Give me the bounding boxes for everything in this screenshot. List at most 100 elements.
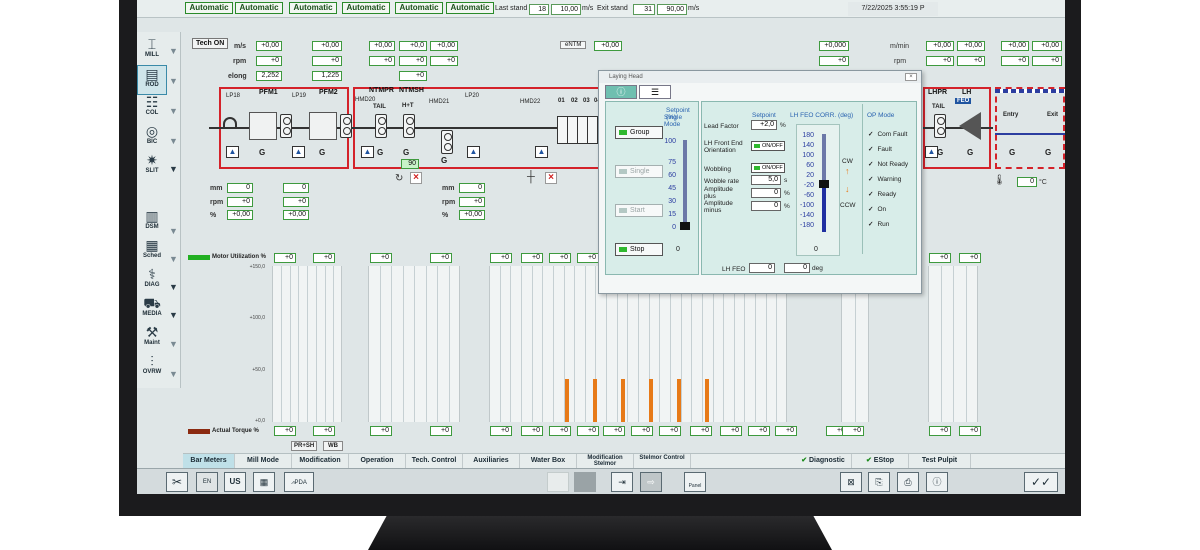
chevron-down-icon[interactable]: ▼ [168,254,179,264]
chevron-down-icon[interactable]: ▼ [168,226,179,236]
chevron-down-icon[interactable]: ▼ [168,339,179,349]
mode-automatic-button-6[interactable]: Automatic [446,2,494,14]
check-icon: ✓ [868,206,874,213]
rb-mmin-3: +0,00 [1001,41,1029,51]
raise-button[interactable]: ▲ [535,146,548,158]
pda-button[interactable]: ⩘PDA [284,472,314,492]
tab-list[interactable]: ☰ [639,85,671,99]
chevron-down-icon[interactable]: ▼ [168,76,179,86]
tab-modification[interactable]: Modification [292,454,349,469]
close-icon[interactable]: × [410,172,422,184]
stop-button[interactable]: Stop [615,243,663,256]
nav-rod[interactable]: ▤ ROD [137,65,167,95]
mode-automatic-button-5[interactable]: Automatic [395,2,443,14]
nav-bic[interactable]: ◎ BIC [137,123,167,153]
entm-button[interactable]: eNTM [560,41,587,49]
tools-icon[interactable]: ✂ [166,472,188,492]
conveyor-line [995,133,1065,135]
lead-factor-input[interactable]: +2,0 [751,120,777,130]
setpoint-slider-track[interactable] [683,140,687,230]
scale-50: +50,0 [252,367,265,373]
wb-tag[interactable]: WB [323,441,343,451]
mode-automatic-button-4[interactable]: Automatic [342,2,390,14]
tab-modification-stelmor[interactable]: Modification Stelmor [577,454,634,469]
raise-button[interactable]: ▲ [467,146,480,158]
table-icon[interactable]: ▦ [253,472,275,492]
tab-tech-control[interactable]: Tech. Control [406,454,463,469]
crosshair-icon[interactable]: ┼ [527,171,535,183]
close-window-icon[interactable]: ⊠ [840,472,862,492]
nav-mill[interactable]: ⌶ MILL [137,36,167,66]
chevron-down-icon[interactable]: ▼ [168,164,179,174]
chevron-down-icon[interactable]: ▼ [168,282,179,292]
acknowledge-icon[interactable]: ✓✓ [1024,472,1058,492]
wobble-rate-input[interactable]: 5,0 [751,175,781,185]
amplitude-plus-input[interactable]: 0 [751,188,781,198]
pr-sh-tag[interactable]: PR+SH [291,441,318,451]
tab-stelmor-control[interactable]: Stelmor Control [634,454,691,469]
blank-button-1[interactable] [547,472,569,492]
tab-auxiliaries[interactable]: Auxiliaries [463,454,520,469]
tab-info[interactable]: ⓘ [605,85,637,99]
tab-mill-mode[interactable]: Mill Mode [235,454,292,469]
unit-rpm-right: rpm [894,58,907,65]
amplitude-minus-input[interactable]: 0 [751,201,781,211]
tab-estop[interactable]: ✔ EStop [852,454,909,469]
tab-operation[interactable]: Operation [349,454,406,469]
mode-automatic-button-2[interactable]: Automatic [235,2,283,14]
wobbling-toggle[interactable]: ON/OFF [751,163,785,173]
tab-diagnostic[interactable]: ✔ Diagnostic [795,454,852,469]
unit-rpm-low: rpm [210,199,224,206]
meter-gridline [298,266,300,422]
chevron-down-icon[interactable]: ▼ [168,106,179,116]
feo-slider-handle[interactable] [819,180,829,188]
tab-water-box[interactable]: Water Box [520,454,577,469]
raise-button[interactable]: ▲ [226,146,239,158]
chevron-down-icon[interactable]: ▼ [168,310,179,320]
rb-mmin-1: +0,00 [926,41,954,51]
front-end-toggle[interactable]: ON/OFF [751,141,785,151]
amplitude-minus-label: Amplitude minus [704,200,733,214]
unit-pct: % [210,212,217,219]
motor-util-value: +0 [577,253,599,263]
blank-button-2[interactable] [574,472,596,492]
tab-bar-meters[interactable]: Bar Meters [183,454,235,469]
unit-mm: mm [210,185,223,192]
nav-media[interactable]: ⛟ MEDIA [137,295,167,325]
nav-col[interactable]: ☷ COL [137,94,167,124]
wobble-rate-unit: s [784,177,788,184]
print-icon[interactable]: ⎙ [897,472,919,492]
chevron-down-icon[interactable]: ▼ [168,369,179,379]
nav-sched[interactable]: ▦ Sched [137,237,167,267]
nav-slit[interactable]: ✷ SLIT [137,152,167,182]
chevron-down-icon[interactable]: ▼ [168,46,179,56]
setpoint-slider-handle[interactable] [680,222,690,230]
lhpr-label: LHPR [928,89,948,96]
tab-test-pulpit[interactable]: Test Pulpit [909,454,971,469]
panel-button[interactable]: Panel [684,472,706,492]
nav-ovrw[interactable]: ⫶ OVRW [137,353,167,383]
close-icon[interactable]: × [545,172,557,184]
copy-icon[interactable]: ⎘ [868,472,890,492]
mode-automatic-button-3[interactable]: Automatic [289,2,337,14]
amplitude-plus-label: Amplitude plus [704,186,733,200]
login-icon[interactable]: ⇥ [611,472,633,492]
nav-maint[interactable]: ⚒ Maint [137,324,167,354]
ntmsh-roll [403,114,415,138]
chevron-down-icon[interactable]: ▼ [168,136,179,146]
mode-automatic-button-1[interactable]: Automatic [185,2,233,14]
lang-us-button[interactable]: US [224,472,246,492]
raise-button[interactable]: ▲ [292,146,305,158]
info-icon[interactable]: ⓘ [926,472,948,492]
raise-button[interactable]: ▲ [361,146,374,158]
refresh-icon[interactable]: ↻ [395,173,403,184]
tech-on-indicator[interactable]: Tech ON [192,38,229,49]
nav-diag[interactable]: ⚕ DIAG [137,266,167,296]
nav-dsm[interactable]: ▥ DSM [137,208,167,238]
logout-icon[interactable]: ⇨ [640,472,662,492]
nt-rpm-3: +0 [430,56,458,66]
last-stand-speed: 10,00 [551,4,581,15]
close-icon[interactable]: × [905,73,917,81]
rb-rpm-2: +0 [957,56,985,66]
lang-en-button[interactable]: EN [196,472,218,492]
